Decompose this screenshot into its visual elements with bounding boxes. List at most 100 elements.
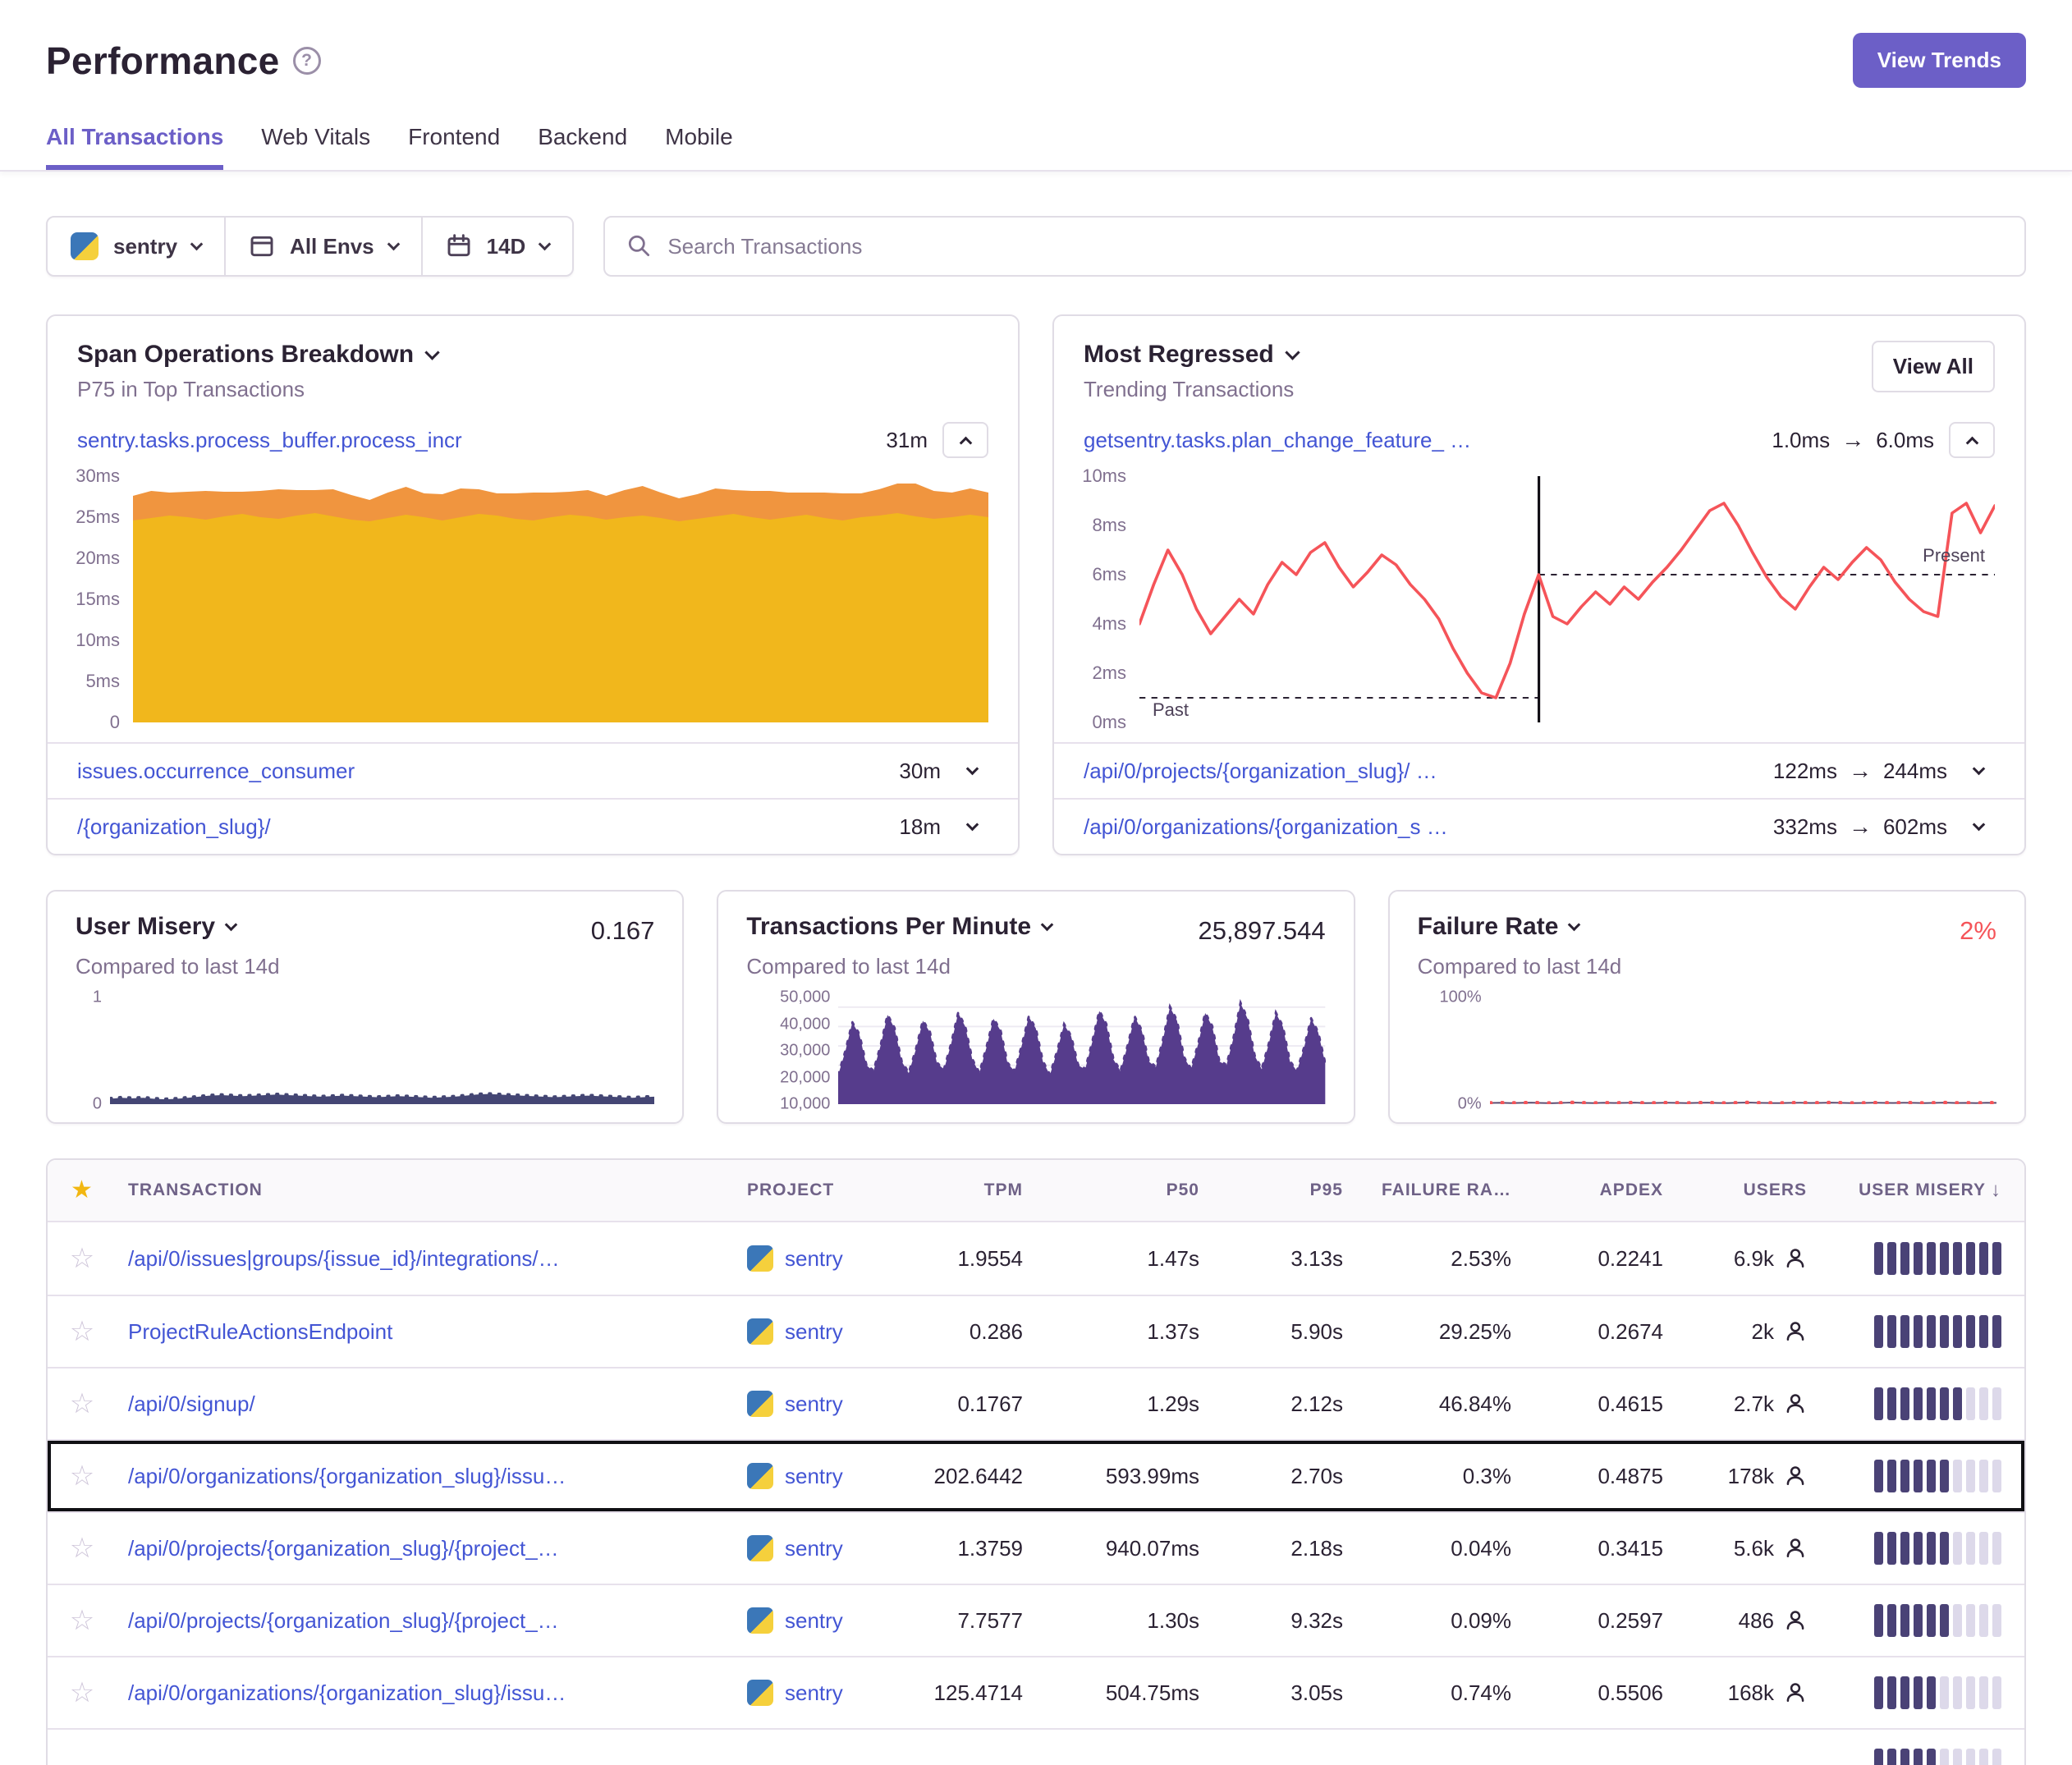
arrow-right-icon: → xyxy=(1849,758,1872,784)
p95-cell: 2.12s xyxy=(1224,1391,1368,1417)
column-header-p50[interactable]: P50 xyxy=(1047,1180,1224,1200)
span-operations-chart-wrap: 30ms25ms20ms15ms10ms5ms0 xyxy=(48,476,988,722)
star-header-icon[interactable]: ★ xyxy=(71,1178,94,1203)
star-icon[interactable]: ☆ xyxy=(70,1607,94,1634)
star-icon[interactable]: ☆ xyxy=(70,1679,94,1707)
view-trends-button[interactable]: View Trends xyxy=(1853,33,2026,88)
project-link[interactable]: sentry xyxy=(785,1536,843,1561)
environment-filter[interactable]: All Envs xyxy=(224,218,421,275)
expand-button[interactable] xyxy=(956,769,988,773)
collapse-button[interactable] xyxy=(942,422,988,458)
tpm-cell: 125.4714 xyxy=(904,1680,1047,1706)
most-regressed-dropdown[interactable]: Most Regressed xyxy=(1084,341,1298,369)
star-icon[interactable]: ☆ xyxy=(70,1390,94,1418)
users-value: 168k xyxy=(1728,1680,1774,1706)
project-link[interactable]: sentry xyxy=(785,1464,843,1489)
expand-button[interactable] xyxy=(1962,825,1995,829)
tab-frontend[interactable]: Frontend xyxy=(408,124,500,170)
table-row[interactable]: ☆ /api/0/organizations/{organization_slu… xyxy=(48,1439,2024,1511)
axis-tick: 20,000 xyxy=(780,1068,830,1087)
chevron-down-icon xyxy=(965,818,979,831)
user-misery-bars xyxy=(1874,1387,2001,1420)
project-filter[interactable]: sentry xyxy=(48,218,224,275)
table-row[interactable]: ☆ /api/0/signup/ sentry 0.1767 1.29s 2.1… xyxy=(48,1367,2024,1439)
tpm-dropdown[interactable]: Transactions Per Minute xyxy=(746,913,1052,941)
transaction-link[interactable]: /api/0/issues|groups/{issue_id}/integrat… xyxy=(128,1246,724,1272)
column-header-project[interactable]: PROJECT xyxy=(736,1180,904,1200)
transaction-link[interactable]: ProjectRuleActionsEndpoint xyxy=(128,1319,724,1345)
span-op-value: 31m xyxy=(886,428,928,453)
transaction-link[interactable]: /api/0/projects/{organization_slug}/ … xyxy=(1084,759,1437,784)
tab-backend[interactable]: Backend xyxy=(538,124,627,170)
project-link[interactable]: sentry xyxy=(785,1680,843,1706)
search-input[interactable] xyxy=(667,234,2003,259)
project-link[interactable]: sentry xyxy=(785,1319,843,1345)
span-op-link[interactable]: issues.occurrence_consumer xyxy=(77,759,355,784)
table-row[interactable]: ☆ /api/0/issues|groups/{issue_id}/integr… xyxy=(48,1222,2024,1295)
tab-mobile[interactable]: Mobile xyxy=(665,124,732,170)
chevron-down-icon xyxy=(424,345,439,360)
column-header-failure-rate[interactable]: FAILURE RA… xyxy=(1368,1180,1536,1200)
span-operations-panel: Span Operations Breakdown P75 in Top Tra… xyxy=(46,314,1020,855)
column-header-tpm[interactable]: TPM xyxy=(904,1180,1047,1200)
axis-tick: 10ms xyxy=(1082,465,1126,487)
view-all-button[interactable]: View All xyxy=(1872,341,1995,392)
column-header-transaction[interactable]: TRANSACTION xyxy=(117,1180,736,1200)
apdex-cell: 0.4615 xyxy=(1536,1391,1688,1417)
star-icon[interactable]: ☆ xyxy=(70,1245,94,1272)
project-link[interactable]: sentry xyxy=(785,1608,843,1634)
date-range-label: 14D xyxy=(487,234,526,259)
y-axis: 30ms25ms20ms15ms10ms5ms0 xyxy=(48,476,133,722)
failure-rate-chart xyxy=(1490,997,1996,1104)
table-row[interactable]: ☆ /api/0/organizations/{organization_slu… xyxy=(48,1656,2024,1728)
regression-change: 332ms → 602ms xyxy=(1773,814,1947,840)
chevron-down-icon xyxy=(965,762,979,775)
help-icon[interactable]: ? xyxy=(293,47,321,75)
span-op-link[interactable]: sentry.tasks.process_buffer.process_incr xyxy=(77,428,462,453)
table-row[interactable]: ☆ /api/0/projects/{organization_slug}/{p… xyxy=(48,1511,2024,1584)
project-link[interactable]: sentry xyxy=(785,1246,843,1272)
span-op-value: 18m xyxy=(899,814,941,840)
tab-web-vitals[interactable]: Web Vitals xyxy=(261,124,370,170)
expand-button[interactable] xyxy=(1962,769,1995,773)
axis-tick: 100% xyxy=(1440,988,1482,1007)
column-header-apdex[interactable]: APDEX xyxy=(1536,1180,1688,1200)
table-row[interactable]: ☆ /api/0/projects/{organization_slug}/{p… xyxy=(48,1584,2024,1656)
column-header-label: USER MISERY xyxy=(1859,1180,1986,1200)
span-op-link[interactable]: /{organization_slug}/ xyxy=(77,814,271,840)
column-header-user-misery[interactable]: USER MISERY ↓ xyxy=(1831,1179,2024,1202)
axis-tick: 1 xyxy=(93,988,102,1007)
column-header-users[interactable]: USERS xyxy=(1688,1180,1831,1200)
transaction-link[interactable]: /api/0/projects/{organization_slug}/{pro… xyxy=(128,1608,724,1634)
transaction-link[interactable]: /api/0/organizations/{organization_slug}… xyxy=(128,1464,724,1489)
star-icon[interactable]: ☆ xyxy=(70,1534,94,1562)
table-row[interactable] xyxy=(48,1728,2024,1765)
transaction-link[interactable]: /api/0/signup/ xyxy=(128,1391,724,1417)
project-link[interactable]: sentry xyxy=(785,1391,843,1417)
project-icon xyxy=(747,1607,773,1634)
column-header-p95[interactable]: P95 xyxy=(1224,1180,1368,1200)
date-range-filter[interactable]: 14D xyxy=(421,218,573,275)
transaction-link[interactable]: /api/0/organizations/{organization_s … xyxy=(1084,814,1448,840)
project-filter-label: sentry xyxy=(113,234,177,259)
failure-rate-cell: 29.25% xyxy=(1368,1319,1536,1345)
table-row[interactable]: ☆ ProjectRuleActionsEndpoint sentry 0.28… xyxy=(48,1295,2024,1367)
span-operations-dropdown[interactable]: Span Operations Breakdown xyxy=(77,341,438,369)
axis-tick: 5ms xyxy=(85,671,120,692)
regression-from: 332ms xyxy=(1773,814,1837,840)
failure-rate-dropdown[interactable]: Failure Rate xyxy=(1418,913,1579,941)
star-icon[interactable]: ☆ xyxy=(70,1462,94,1490)
collapse-button[interactable] xyxy=(1949,422,1995,458)
users-value: 2.7k xyxy=(1734,1391,1774,1417)
expand-button[interactable] xyxy=(956,825,988,829)
transaction-link[interactable]: getsentry.tasks.plan_change_feature_ … xyxy=(1084,428,1471,453)
transaction-link[interactable]: /api/0/organizations/{organization_slug}… xyxy=(128,1680,724,1706)
users-cell: 2.7k xyxy=(1688,1391,1831,1417)
panel-subtitle: Trending Transactions xyxy=(1084,377,1298,402)
transaction-link[interactable]: /api/0/projects/{organization_slug}/{pro… xyxy=(128,1536,724,1561)
users-cell: 2k xyxy=(1688,1319,1831,1345)
project-icon xyxy=(747,1245,773,1272)
star-icon[interactable]: ☆ xyxy=(70,1318,94,1346)
tab-all-transactions[interactable]: All Transactions xyxy=(46,124,223,170)
user-misery-dropdown[interactable]: User Misery xyxy=(76,913,236,941)
